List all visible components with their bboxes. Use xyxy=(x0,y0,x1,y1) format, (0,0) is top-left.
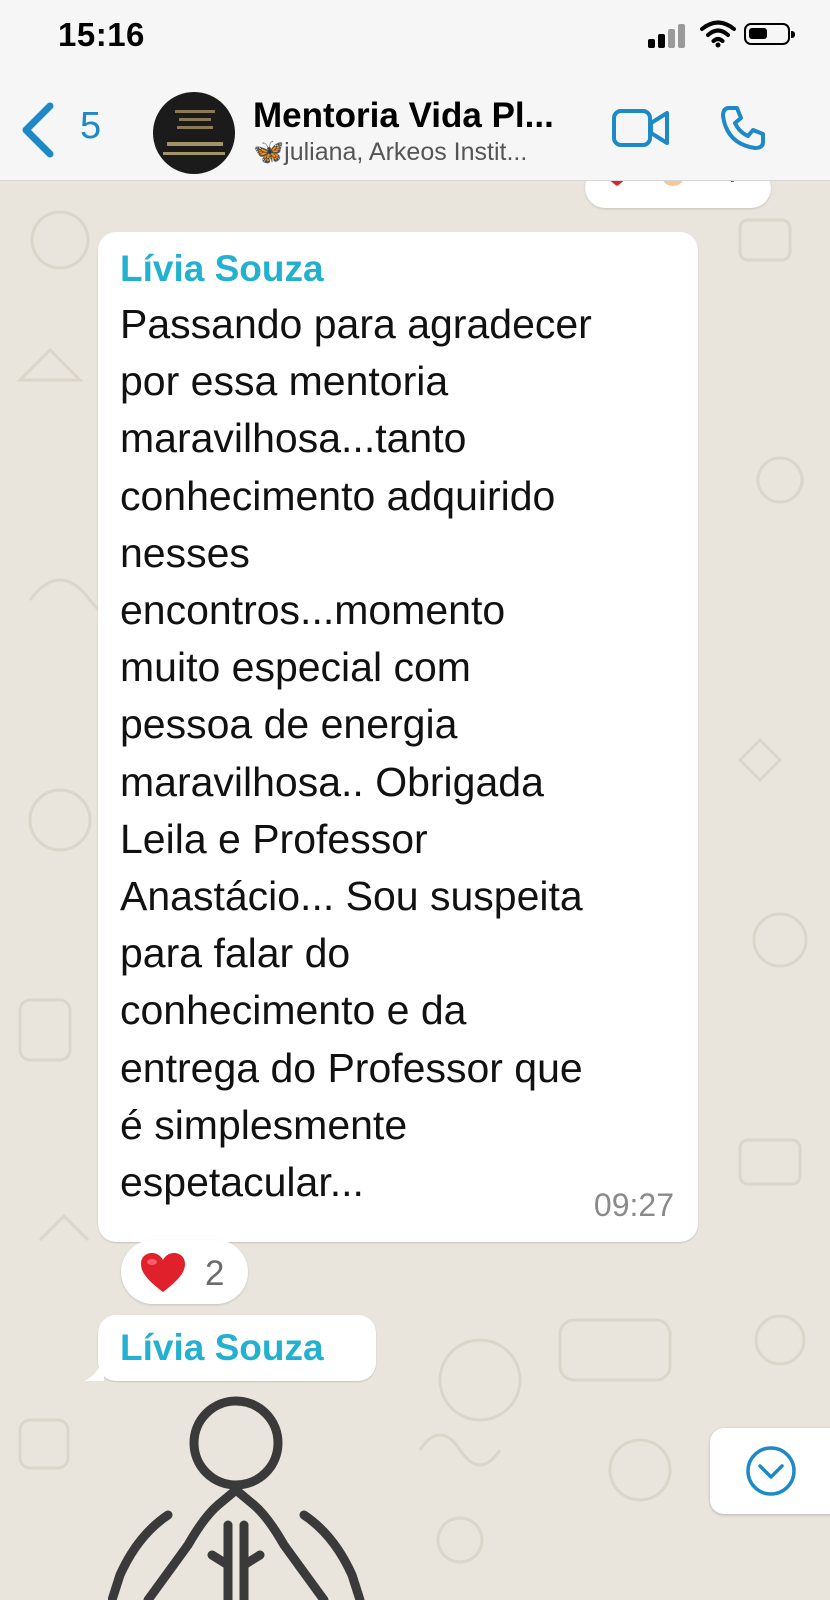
heart-icon xyxy=(141,1253,185,1292)
wifi-icon xyxy=(700,20,736,48)
chat-subtitle-text: juliana, Arkeos Instit... xyxy=(284,138,528,166)
butterfly-emoji: 🦋 xyxy=(253,138,285,166)
status-time: 15:16 xyxy=(58,16,145,53)
scroll-to-bottom-button[interactable] xyxy=(710,1428,830,1514)
message-sender[interactable]: Lívia Souza xyxy=(120,248,324,290)
chevron-down-circle-icon xyxy=(746,1446,796,1496)
message-bubble[interactable]: Lívia Souza Passando para agradecer por … xyxy=(98,232,698,1242)
praying-hands-icon[interactable] xyxy=(108,1395,368,1600)
back-chevron-icon[interactable] xyxy=(18,100,58,160)
chat-header: 15:16 5 Mentoria Vida Pl... 🦋juliana, Ar… xyxy=(0,0,830,181)
phone-call-icon[interactable] xyxy=(719,104,767,152)
bubble-tail-icon xyxy=(84,1357,104,1381)
sticker-message-header[interactable]: Lívia Souza xyxy=(84,1315,376,1381)
reaction-count: 2 xyxy=(205,1254,225,1293)
message-text: Passando para agradecer por essa mentori… xyxy=(120,301,592,1206)
message-sender[interactable]: Lívia Souza xyxy=(120,1327,324,1369)
back-unread-count[interactable]: 5 xyxy=(80,105,101,148)
reaction-pill[interactable]: 2 xyxy=(121,1240,248,1304)
message-time: 09:27 xyxy=(593,1187,674,1223)
chat-subtitle[interactable]: 🦋juliana, Arkeos Instit... xyxy=(253,138,583,167)
battery-icon xyxy=(744,23,795,45)
group-avatar[interactable] xyxy=(153,92,235,174)
chat-title[interactable]: Mentoria Vida Pl... xyxy=(253,96,583,136)
signal-icon xyxy=(648,24,690,48)
video-call-icon[interactable] xyxy=(611,107,671,149)
